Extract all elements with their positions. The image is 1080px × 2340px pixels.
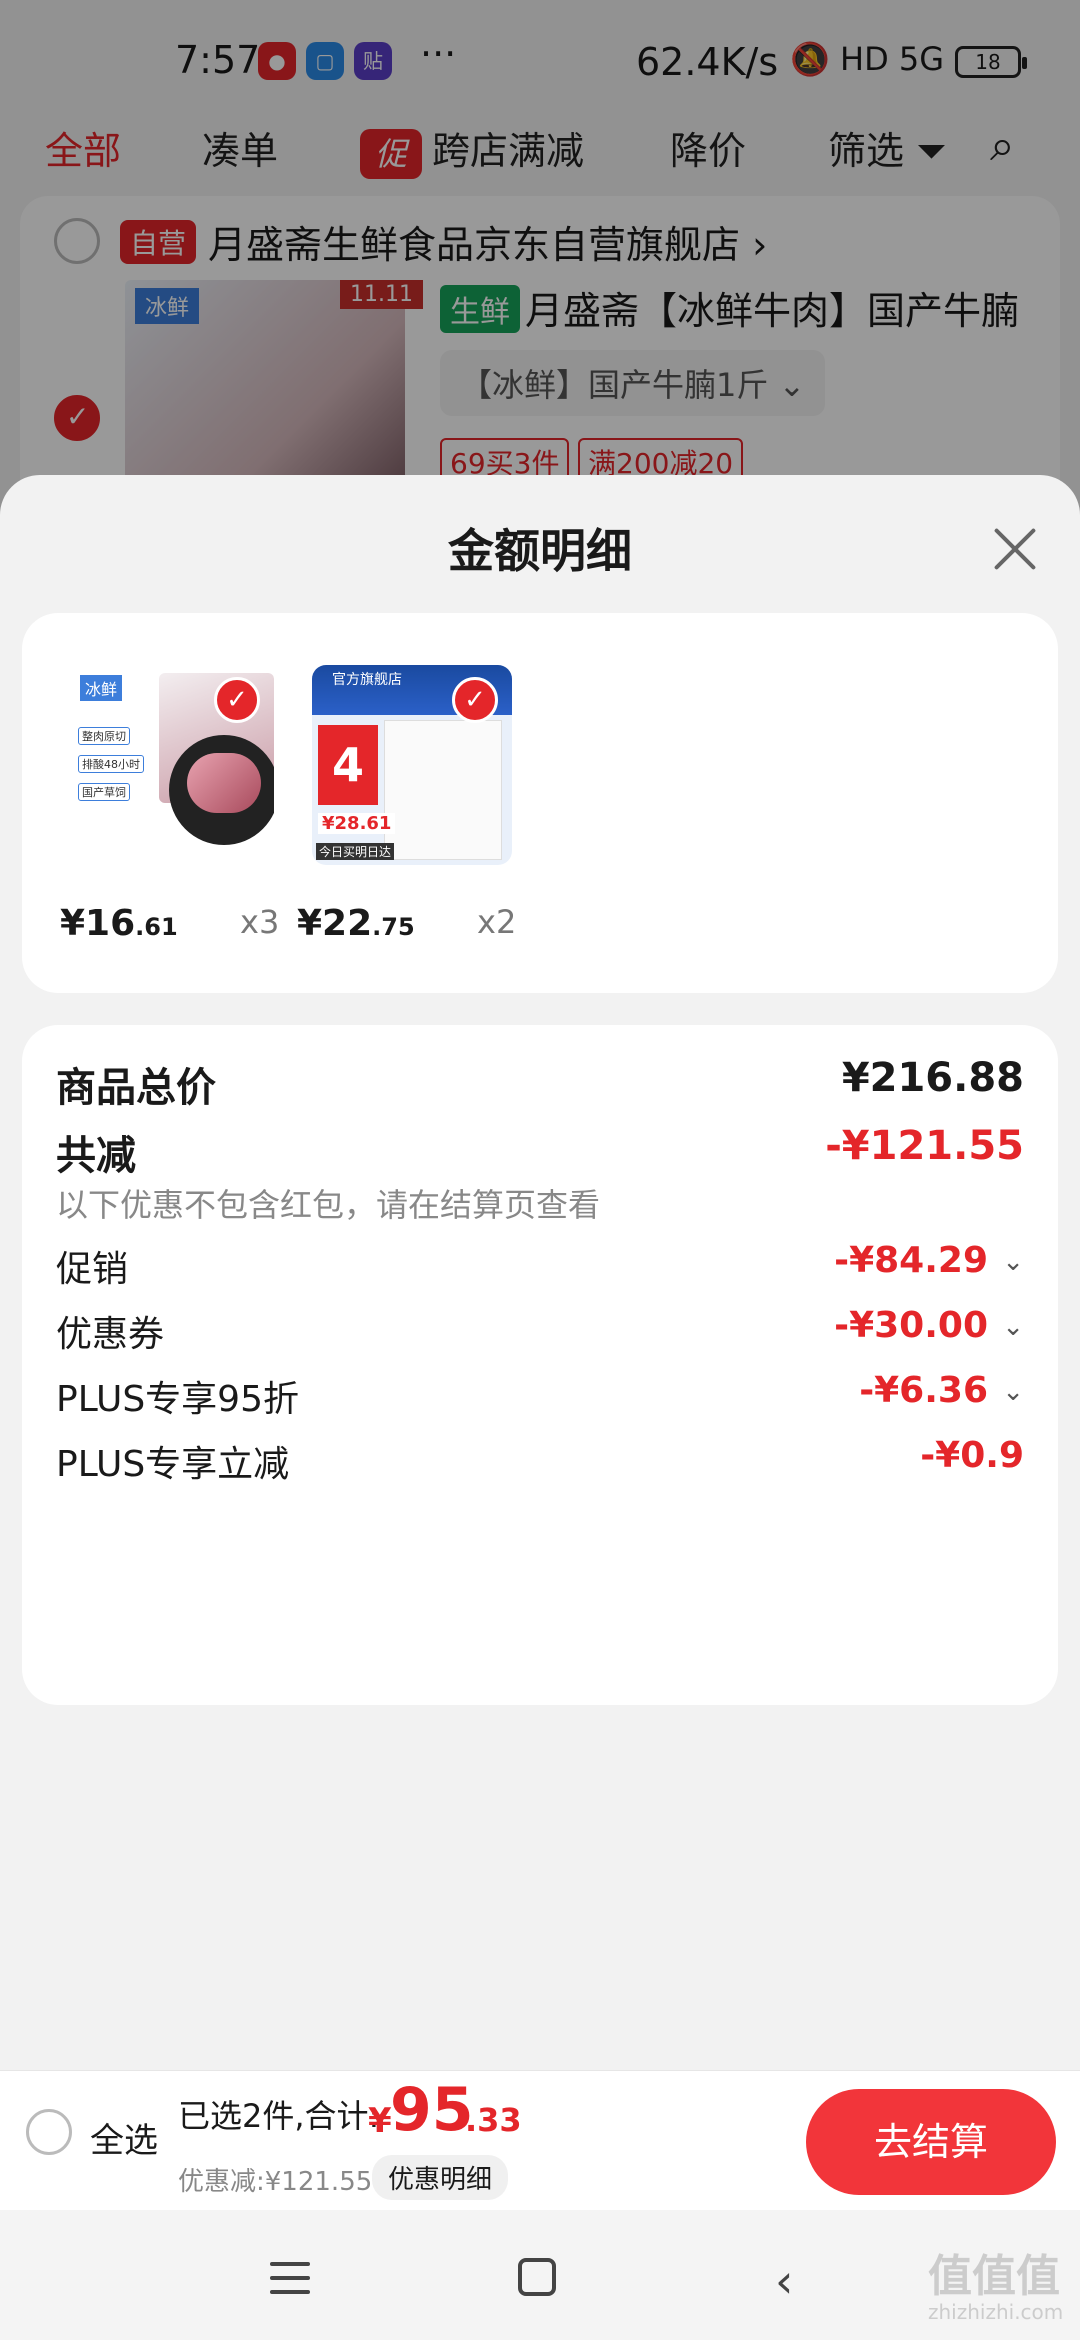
close-icon[interactable] [985,519,1045,579]
discount-row-value[interactable]: -¥6.36 [859,1370,988,1411]
total-amount-int: 95 [390,2075,474,2145]
thumb-feature: 国产草饲 [78,783,130,801]
thumb-discount: 4 [318,725,378,805]
total-value: ¥216.88 [841,1055,1024,1101]
discount-row-value[interactable]: -¥30.00 [834,1305,988,1346]
thumb-price: ¥28.61 [318,813,396,834]
chevron-down-icon[interactable]: ⌄ [1002,1377,1024,1407]
item-price: ¥16.61 [60,903,178,944]
total-label: 商品总价 [56,1065,216,1111]
chevron-down-icon[interactable]: ⌄ [1002,1247,1024,1277]
discount-row-label[interactable]: 优惠券 [56,1305,164,1357]
thumb-tag: 官方旗舰店 [332,672,402,688]
product-panel [384,720,502,860]
total-amount-dec: .33 [465,2101,522,2139]
item-price: ¥22.75 [297,903,415,944]
home-icon[interactable] [518,2258,556,2296]
menu-icon[interactable] [270,2260,310,2296]
thumb-tag: 冰鲜 [80,675,123,701]
discount-row-label[interactable]: 促销 [56,1240,128,1292]
discount-note: 以下优惠不包含红包，请在结算页查看 [56,1186,601,1224]
item-quantity: x3 [240,903,280,941]
sheet-title: 金额明细 [448,524,632,578]
thumb-feature: 整肉原切 [78,727,130,745]
chevron-down-icon[interactable]: ⌄ [1002,1312,1024,1342]
discount-detail-button[interactable]: 优惠明细 [372,2155,509,2200]
item-selected-check-icon: ✓ [214,677,260,723]
discount-row-label: PLUS专享立减 [56,1444,290,1485]
discount-summary: 优惠减:¥121.55 [178,2167,373,2197]
discount-row-value: -¥0.9 [920,1435,1024,1476]
thumb-feature: 排酸48小时 [78,755,144,773]
checkout-bar: 全选 已选2件,合计: ¥ 95 .33 优惠减:¥121.55 优惠明细 去结… [0,2070,1080,2210]
price-breakdown-card: 商品总价 ¥216.88 共减 -¥121.55 以下优惠不包含红包，请在结算页… [22,1025,1058,1705]
checkout-button[interactable]: 去结算 [806,2089,1056,2195]
discount-row-label[interactable]: PLUS专享95折 [56,1370,299,1422]
watermark-logo: 值值值 [928,2251,1060,2302]
select-all-label[interactable]: 全选 [90,2113,158,2162]
item-selected-check-icon: ✓ [452,677,498,723]
selected-items-card: 冰鲜 整肉原切 排酸48小时 国产草饲 ✓ ¥16.61 x3 官方旗舰店 4 … [22,613,1058,993]
discount-row-value[interactable]: -¥84.29 [834,1240,988,1281]
summary-prefix: 已选2件,合计: [178,2097,380,2135]
discount-value: -¥121.55 [825,1123,1024,1169]
amount-detail-sheet: 金额明细 冰鲜 整肉原切 排酸48小时 国产草饲 ✓ ¥16.61 x3 官方旗… [0,475,1080,2340]
thumb-delivery: 今日买明日达 [316,843,395,860]
watermark-url: zhizhizhi.com [928,2300,1064,2324]
item-quantity: x2 [477,903,517,941]
back-icon[interactable]: ‹ [775,2254,793,2308]
system-nav-bar: ‹ [0,2210,1080,2340]
beef-pan [169,735,274,845]
discount-label: 共减 [56,1133,136,1179]
total-currency: ¥ [368,2101,392,2141]
select-all-checkbox[interactable] [26,2109,72,2155]
